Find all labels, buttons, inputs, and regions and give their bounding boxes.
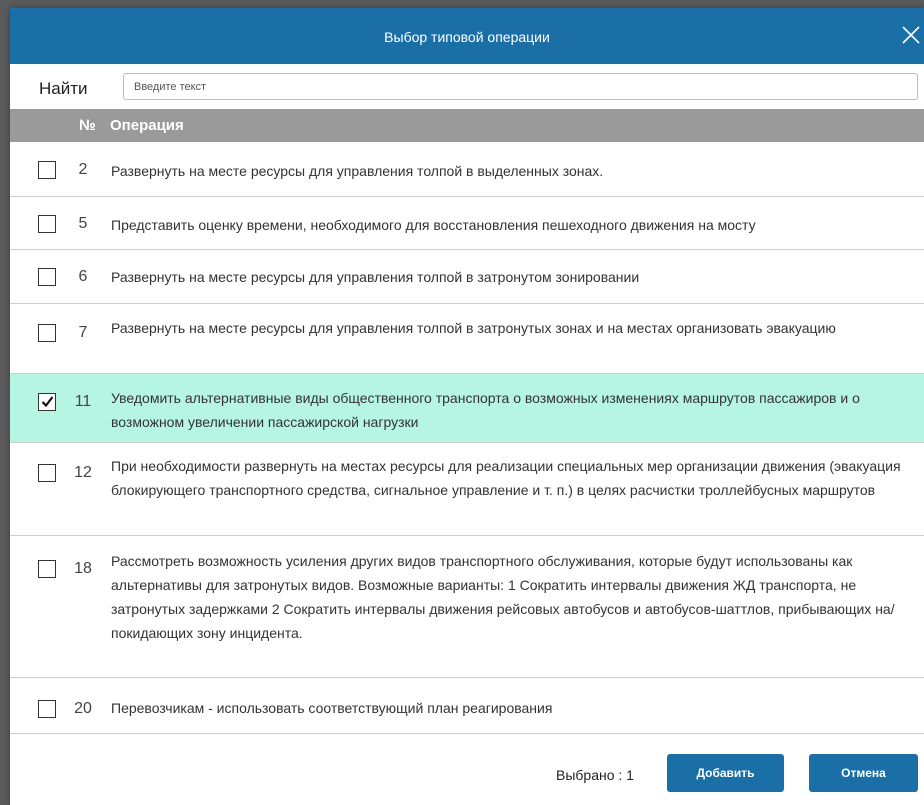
table-row[interactable]: 12 При необходимости развернуть на места… [10,443,924,536]
row-operation-text: Развернуть на месте ресурсы для управлен… [111,269,640,285]
dialog-footer: Выбрано : 1 Добавить Отмена [10,740,924,805]
row-operation-text: Уведомить альтернативные виды общественн… [111,390,860,430]
dialog-title: Выбор типовой операции [384,29,550,45]
row-number: 18 [74,560,92,577]
table-row-selected[interactable]: 11 Уведомить альтернативные виды обществ… [10,374,924,443]
row-checkbox[interactable] [38,324,56,342]
row-operation-text: Перевозчикам - использовать соответствую… [111,700,553,716]
select-operation-dialog: Выбор типовой операции Найти № Операция … [10,8,924,805]
selected-count: Выбрано : 1 [556,767,634,783]
row-number: 20 [74,700,92,717]
checkmark-icon [41,396,54,408]
row-operation-text: Представить оценку времени, необходимого… [111,217,756,233]
column-header-operation: Операция [110,117,184,134]
row-operation-text: Развернуть на месте ресурсы для управлен… [111,163,604,179]
row-number: 7 [78,324,88,341]
operations-list: 2 Развернуть на месте ресурсы для управл… [10,142,924,734]
row-number: 5 [78,215,88,232]
row-operation-text: При необходимости развернуть на местах р… [111,458,901,498]
table-row[interactable]: 20 Перевозчикам - использовать соответст… [10,678,924,734]
row-checkbox-checked[interactable] [38,393,56,411]
row-operation-text: Рассмотреть возможность усиления других … [111,553,895,641]
row-checkbox[interactable] [38,464,56,482]
close-icon[interactable] [898,22,924,48]
search-input[interactable] [123,73,918,100]
row-checkbox[interactable] [38,161,56,179]
row-checkbox[interactable] [38,560,56,578]
row-checkbox[interactable] [38,268,56,286]
row-number: 12 [74,464,92,481]
row-operation-text: Развернуть на месте ресурсы для управлен… [111,320,836,336]
table-row[interactable]: 5 Представить оценку времени, необходимо… [10,197,924,250]
row-checkbox[interactable] [38,215,56,233]
table-row[interactable]: 2 Развернуть на месте ресурсы для управл… [10,142,924,197]
row-number: 2 [78,161,88,178]
table-header: № Операция [10,109,924,142]
row-number: 6 [78,268,88,285]
search-bar: Найти [10,64,924,104]
table-row[interactable]: 6 Развернуть на месте ресурсы для управл… [10,250,924,304]
row-number: 11 [74,393,92,410]
table-row[interactable]: 7 Развернуть на месте ресурсы для управл… [10,304,924,374]
add-button[interactable]: Добавить [667,754,784,792]
search-label: Найти [39,79,88,98]
column-header-number: № [79,117,96,134]
row-checkbox[interactable] [38,700,56,718]
table-row[interactable]: 18 Рассмотреть возможность усиления друг… [10,536,924,678]
cancel-button[interactable]: Отмена [809,754,918,792]
dialog-titlebar: Выбор типовой операции [10,8,924,64]
